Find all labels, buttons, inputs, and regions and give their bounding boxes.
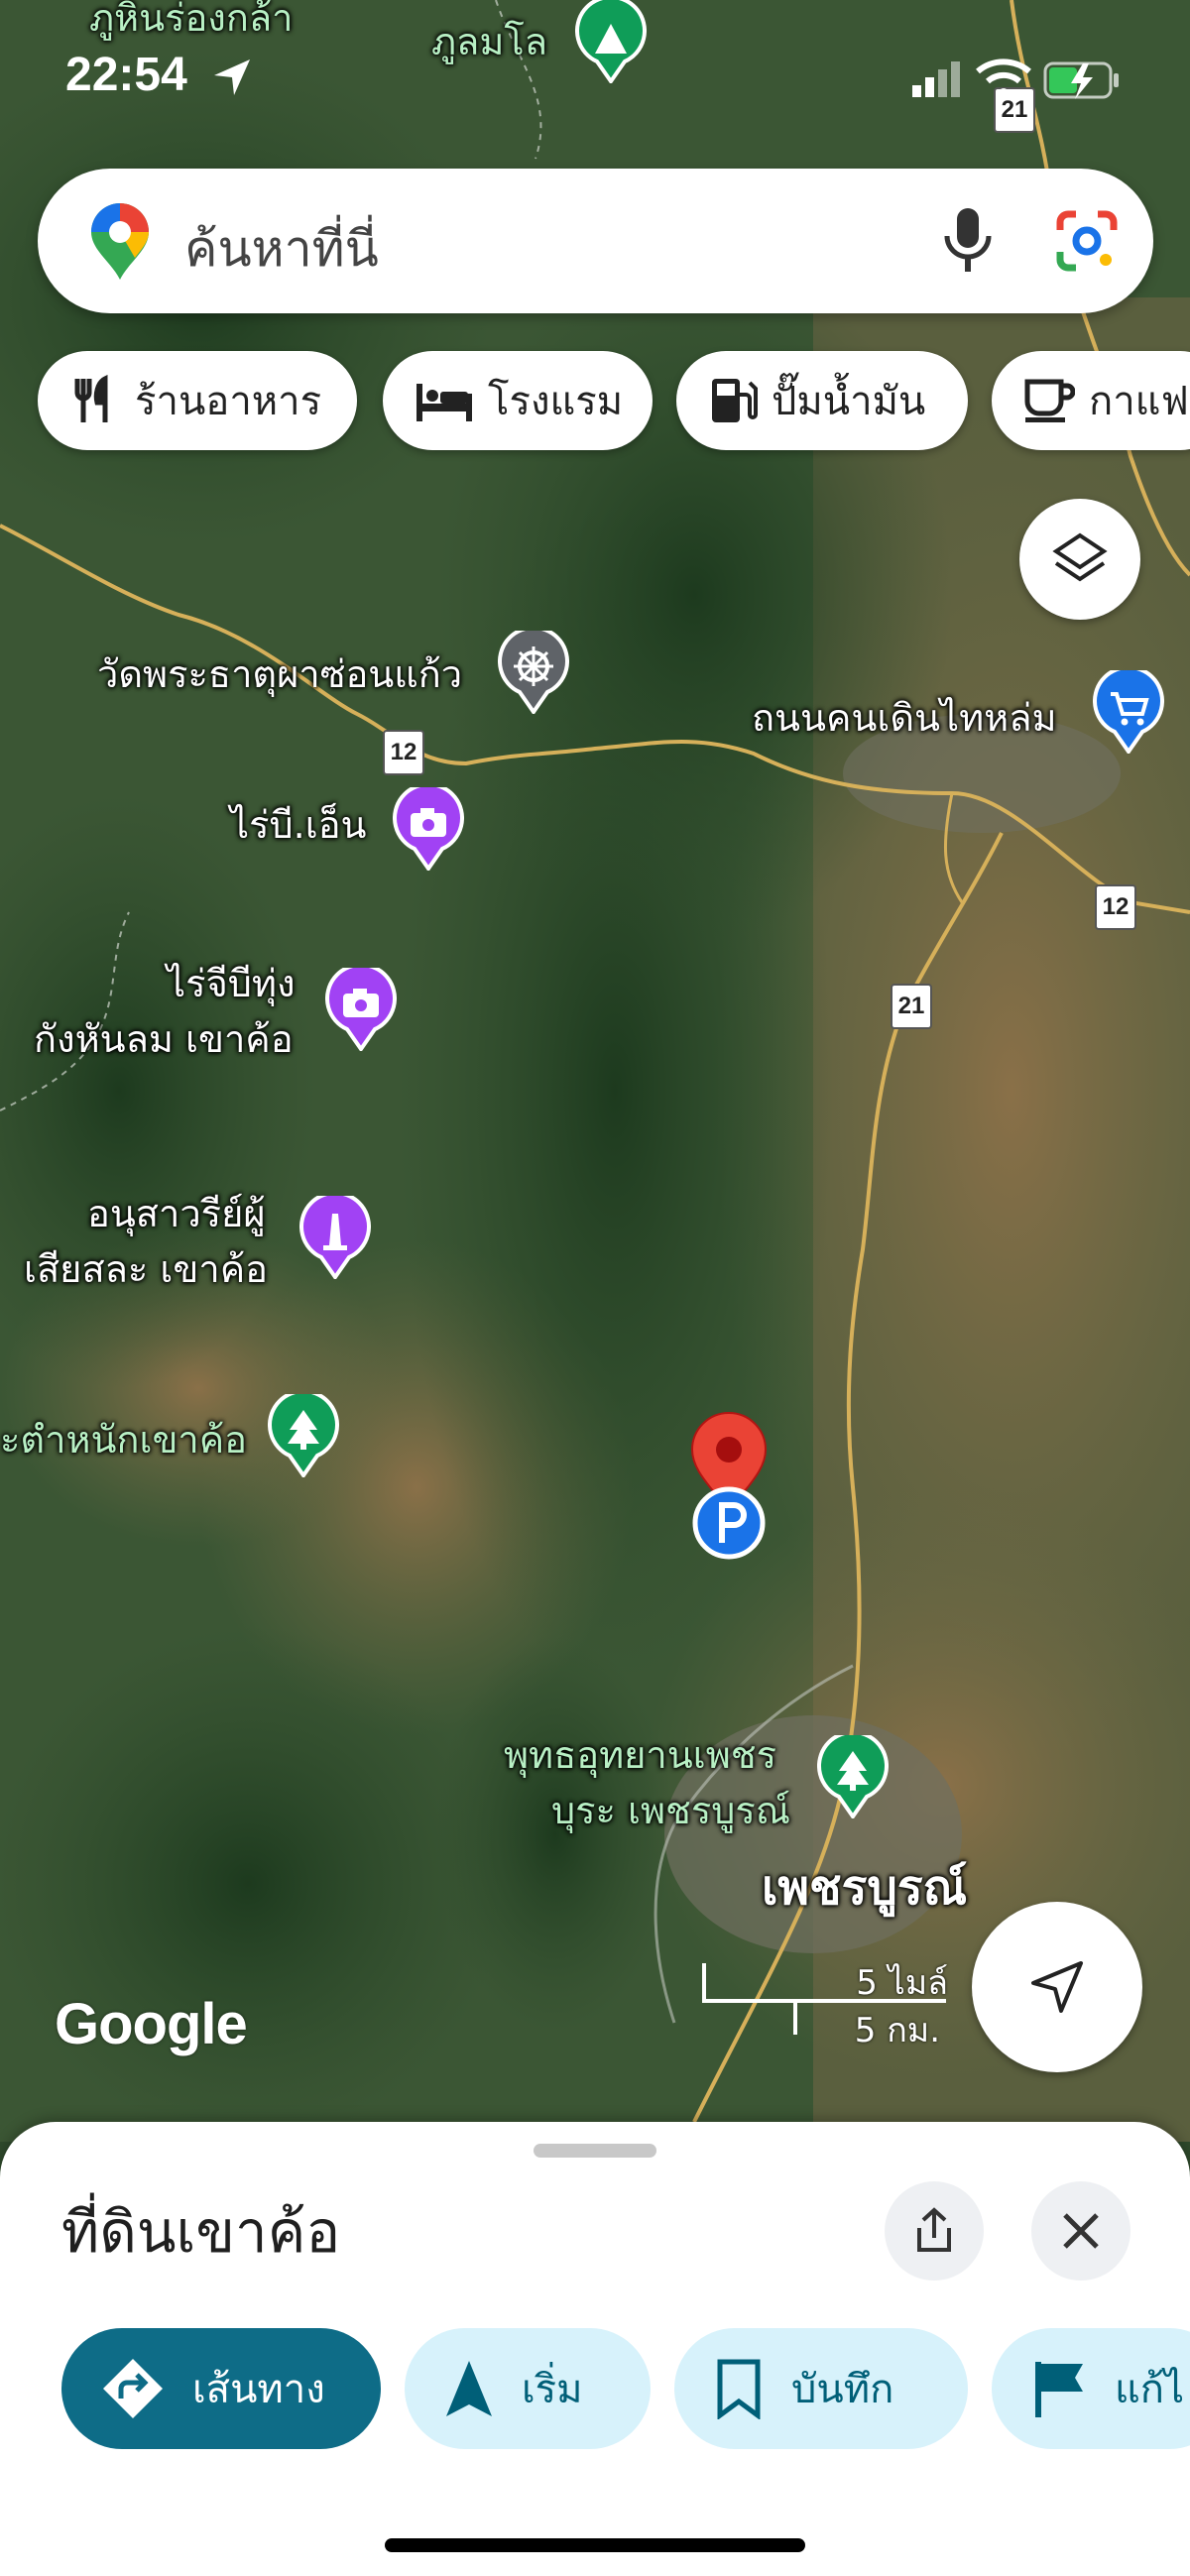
place-title: ที่ดินเขาค้อ (61, 2198, 341, 2266)
status-icons (912, 59, 1119, 99)
city-label[interactable]: เพชรบูรณ์ (762, 1864, 967, 1912)
restaurant-icon (74, 375, 108, 422)
gas-station-icon (712, 379, 758, 422)
red-pin-icon (690, 1412, 768, 1560)
place-bottom-sheet[interactable]: ที่ดินเขาค้อ เส้นทาง เริ่ม บันทึก แก้ไ (0, 2122, 1190, 2576)
place-label-monument-line1[interactable]: อนุสาวรีย์ผู้ (87, 1190, 266, 1237)
place-label-farm-gb-line2[interactable]: กังหันลม เขาค้อ (34, 1015, 294, 1063)
share-button[interactable] (885, 2181, 984, 2281)
google-maps-pin-icon (91, 203, 149, 280)
chip-label: กาแฟ (1089, 379, 1189, 424)
attraction-marker-2[interactable] (325, 963, 397, 1055)
signal-icon (912, 61, 960, 97)
attraction-marker-1[interactable] (393, 782, 464, 875)
navigation-arrow-icon (446, 2361, 492, 2416)
shopping-marker[interactable] (1093, 665, 1164, 758)
scale-km: 5 กม. (854, 2011, 940, 2050)
temple-marker[interactable] (498, 626, 569, 718)
navigation-arrow-icon (1031, 1961, 1083, 2013)
chip-hotels[interactable]: โรงแรม (383, 351, 653, 450)
home-indicator[interactable] (385, 2538, 805, 2552)
route-shield-21-mid: 21 (891, 984, 932, 1029)
chip-coffee[interactable]: กาแฟ (992, 351, 1190, 450)
battery-charging-icon (1043, 61, 1119, 99)
route-shield-12-left: 12 (383, 730, 424, 775)
scale-miles: 5 ไมล์ (856, 1963, 948, 2003)
close-button[interactable] (1031, 2181, 1130, 2281)
camera-icon (393, 782, 464, 873)
location-services-icon (214, 59, 250, 95)
layers-button[interactable] (1019, 499, 1140, 620)
camera-icon (325, 963, 397, 1053)
share-icon (917, 2207, 951, 2252)
chip-gas-stations[interactable]: ปั๊มน้ำมัน (676, 351, 968, 450)
shopping-cart-icon (1093, 665, 1164, 756)
my-location-button[interactable] (972, 1902, 1142, 2072)
close-icon (1063, 2213, 1099, 2249)
edit-button[interactable]: แก้ไ (992, 2328, 1190, 2449)
place-label-buddha-park-line2[interactable]: บุระ เพชรบูรณ์ (551, 1787, 790, 1834)
start-button[interactable]: เริ่ม (405, 2328, 651, 2449)
flag-icon (1035, 2362, 1083, 2417)
directions-label: เส้นทาง (192, 2367, 325, 2412)
search-input[interactable]: ค้นหาที่นี่ (184, 210, 379, 289)
selected-location-pin[interactable] (684, 1406, 774, 1569)
park-marker-2[interactable] (268, 1389, 339, 1481)
google-logo: Google (55, 1992, 248, 2056)
save-label: บันทึก (791, 2367, 894, 2412)
start-label: เริ่ม (522, 2367, 583, 2412)
chip-label: โรงแรม (488, 379, 624, 424)
hotel-icon (416, 384, 472, 421)
place-label-palace[interactable]: ะตำหนักเขาค้อ (0, 1416, 247, 1464)
google-lens-icon[interactable] (1054, 208, 1120, 274)
monument-icon (299, 1191, 371, 1281)
edit-label: แก้ไ (1115, 2367, 1185, 2412)
chip-label: ปั๊มน้ำมัน (772, 379, 926, 424)
place-label-farm-bn[interactable]: ไร่บี.เอ็น (230, 801, 367, 849)
directions-button[interactable]: เส้นทาง (61, 2328, 381, 2449)
route-shield-12-right: 12 (1095, 884, 1136, 930)
bookmark-icon (717, 2359, 761, 2419)
status-time: 22:54 (65, 49, 187, 101)
coffee-icon (1024, 379, 1075, 422)
chip-restaurants[interactable]: ร้านอาหาร (38, 351, 357, 450)
place-label-buddha-park-line1[interactable]: พุทธอุทยานเพชร (504, 1731, 776, 1779)
park-marker-3[interactable] (817, 1730, 889, 1822)
place-label-temple[interactable]: วัดพระธาตุผาซ่อนแก้ว (97, 650, 462, 698)
drag-handle[interactable] (534, 2144, 656, 2158)
wifi-icon (976, 59, 1031, 98)
tree-icon (817, 1730, 889, 1820)
save-button[interactable]: บันทึก (674, 2328, 968, 2449)
chip-label: ร้านอาหาร (135, 379, 322, 424)
search-bar[interactable]: ค้นหาที่นี่ (38, 169, 1153, 313)
place-label-farm-gb-line1[interactable]: ไร่จีบีทุ่ง (167, 960, 296, 1007)
map-view[interactable]: ภูหินร่องกล้า ภูลมโล วัดพระธาตุผาซ่อนแก้… (0, 0, 1190, 2142)
status-bar: 22:54 (0, 0, 1190, 149)
dharma-wheel-icon (498, 626, 569, 716)
microphone-icon[interactable] (935, 206, 1001, 276)
tree-icon (268, 1389, 339, 1479)
monument-marker[interactable] (299, 1191, 371, 1283)
layers-icon (1052, 532, 1108, 582)
place-label-monument-line2[interactable]: เสียสละ เขาค้อ (24, 1245, 268, 1293)
map-scale: 5 ไมล์ 5 กม. (700, 1951, 948, 2050)
place-label-walking-street[interactable]: ถนนคนเดินไทหล่ม (752, 694, 1057, 742)
directions-icon (103, 2359, 163, 2418)
